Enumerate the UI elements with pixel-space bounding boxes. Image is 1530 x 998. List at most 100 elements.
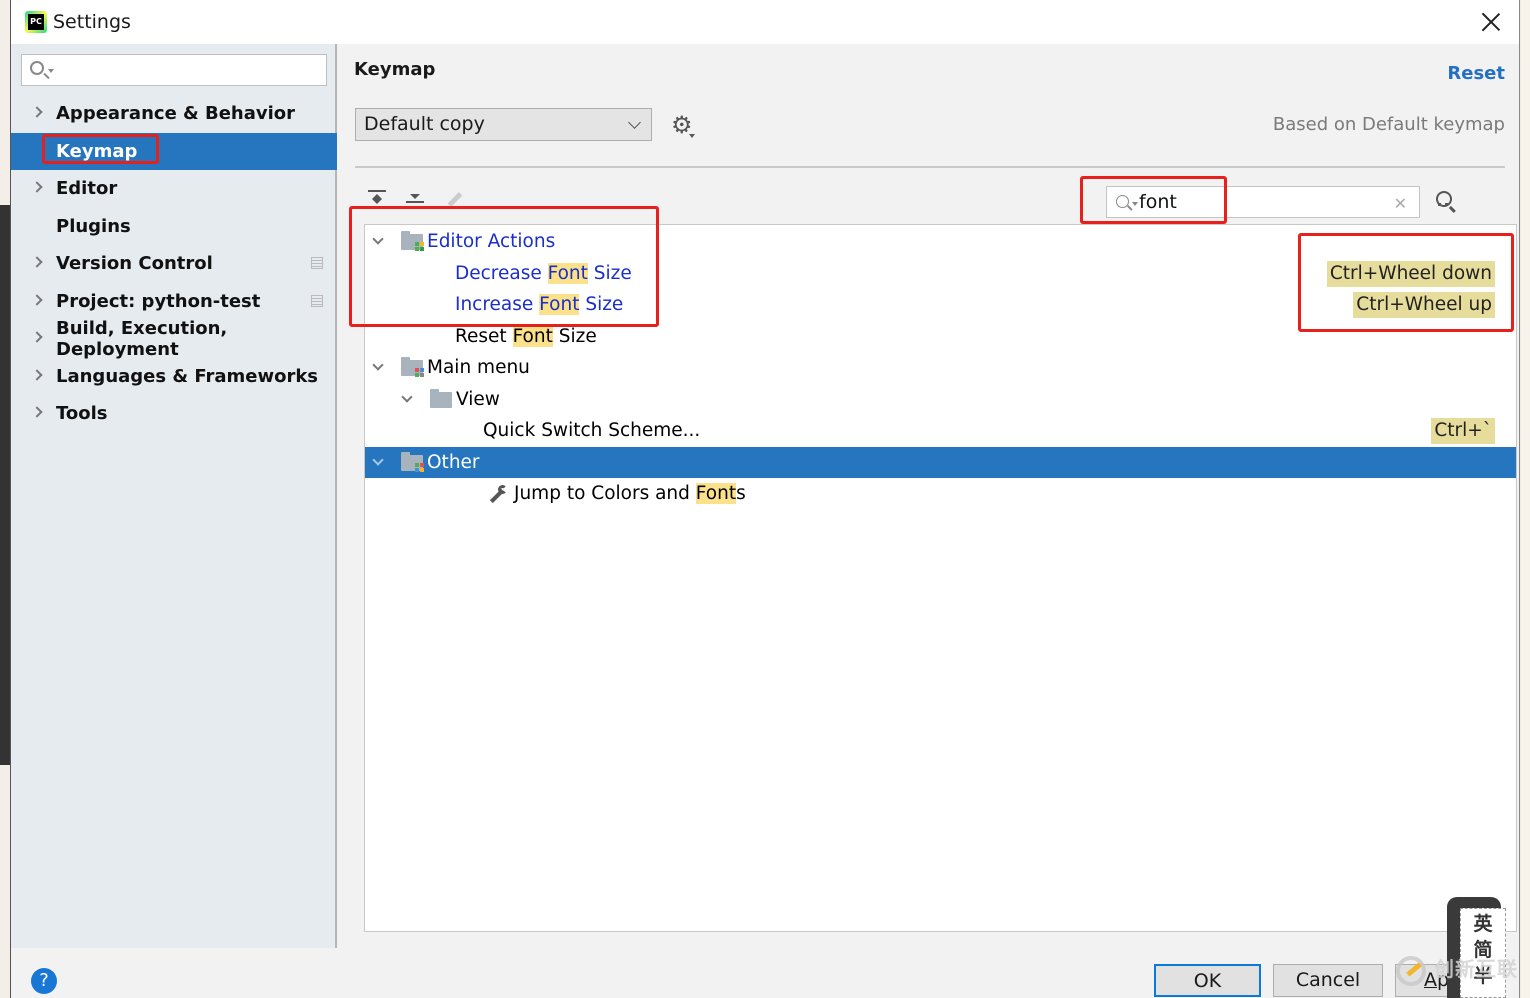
search-icon xyxy=(1116,195,1129,208)
project-level-icon xyxy=(311,294,323,307)
tree-action-row[interactable]: Reset Font Size xyxy=(365,321,1516,353)
folder-badge-icon xyxy=(415,368,424,377)
sidebar-item-appearance-behavior[interactable]: Appearance & Behavior xyxy=(11,95,337,133)
chevron-right-icon[interactable] xyxy=(31,181,43,193)
keymap-scheme-value: Default copy xyxy=(364,113,485,135)
tree-group-row[interactable]: Other xyxy=(365,446,1516,479)
wrench-icon xyxy=(487,485,507,505)
settings-nav-tree: Appearance & Behavior Keymap Editor Plugins… xyxy=(11,95,337,433)
collapse-all-icon[interactable] xyxy=(403,188,427,212)
action-label: View xyxy=(456,384,500,416)
search-icon xyxy=(30,61,44,75)
tree-action-row[interactable]: Increase Font Size Ctrl+Wheel up xyxy=(365,289,1516,321)
search-options-dropdown-icon[interactable] xyxy=(48,69,54,73)
tree-group-row[interactable]: Main menu xyxy=(365,352,1516,384)
action-label-text: Size xyxy=(552,325,597,347)
tree-group-row[interactable]: Editor Actions xyxy=(365,226,1516,258)
chevron-down-icon xyxy=(628,116,641,129)
action-label: Decrease Font Size xyxy=(455,258,632,290)
sidebar-item-build-execution-deployment[interactable]: Build, Execution, Deployment xyxy=(11,318,337,360)
expand-all-icon[interactable] xyxy=(365,188,389,212)
sidebar-item-label: Languages & Frameworks xyxy=(56,365,319,387)
sidebar-item-project-python-test[interactable]: Project: python-test xyxy=(11,283,337,321)
action-label-text: Main menu xyxy=(427,357,530,378)
keymap-scheme-select[interactable]: Default copy xyxy=(355,108,652,141)
action-label-text: Editor Actions xyxy=(427,231,556,252)
tree-group-row[interactable]: View xyxy=(365,384,1516,416)
action-label: Reset Font Size xyxy=(455,321,597,353)
settings-dialog: Settings Appearance & Behavior Keymap Edit… xyxy=(10,0,1520,998)
sidebar-item-version-control[interactable]: Version Control xyxy=(11,245,337,283)
tree-action-row[interactable]: Quick Switch Scheme... Ctrl+` xyxy=(365,415,1516,447)
action-label: Main menu xyxy=(427,352,530,384)
chevron-down-icon[interactable] xyxy=(372,453,384,466)
search-match-highlight: Font xyxy=(539,294,580,315)
action-label-text: Increase xyxy=(455,294,540,315)
chevron-right-icon[interactable] xyxy=(31,331,43,343)
watermark: 创新互联 xyxy=(1396,953,1518,986)
ok-button[interactable]: OK xyxy=(1154,964,1261,997)
keymap-search-input[interactable] xyxy=(1139,190,1379,214)
action-label-text: View xyxy=(456,388,500,410)
gear-icon[interactable]: ⚙ xyxy=(671,113,697,140)
keymap-actions-tree: Editor Actions Decrease Font Size Ctrl+Whe… xyxy=(364,224,1517,932)
action-label-text: Size xyxy=(579,294,624,315)
action-label: Increase Font Size xyxy=(455,289,623,321)
settings-search-input[interactable] xyxy=(56,59,316,81)
clear-search-icon[interactable]: ✕ xyxy=(1394,194,1407,213)
chevron-right-icon[interactable] xyxy=(31,256,43,268)
chevron-right-icon[interactable] xyxy=(31,106,43,118)
sidebar-item-plugins[interactable]: Plugins xyxy=(11,208,337,246)
based-on-label: Based on Default keymap xyxy=(1272,114,1505,135)
sidebar-item-keymap[interactable]: Keymap xyxy=(11,132,337,170)
close-icon[interactable] xyxy=(1479,10,1503,34)
find-by-shortcut-icon[interactable] xyxy=(1433,190,1459,216)
shortcut-badge: Ctrl+` xyxy=(1431,418,1495,444)
action-label-text: Reset xyxy=(455,325,513,347)
page-title: Keymap xyxy=(354,59,436,80)
chevron-down-icon[interactable] xyxy=(401,390,413,403)
project-level-icon xyxy=(311,257,323,269)
keymap-search-field[interactable]: ✕ xyxy=(1106,186,1420,218)
sidebar-item-label: Keymap xyxy=(56,140,138,162)
action-label: Jump to Colors and Fonts xyxy=(514,478,746,510)
folder-icon xyxy=(430,388,452,408)
shortcut-badge: Ctrl+Wheel down xyxy=(1326,260,1495,287)
sidebar-item-label: Editor xyxy=(56,178,118,200)
action-label-text: Other xyxy=(427,451,480,473)
settings-search-field[interactable] xyxy=(21,54,327,86)
edit-icon[interactable] xyxy=(441,188,465,212)
cancel-button[interactable]: Cancel xyxy=(1273,964,1383,997)
action-label: Quick Switch Scheme... xyxy=(483,415,700,447)
dropdown-arrow-icon xyxy=(689,134,695,138)
divider xyxy=(355,166,1505,168)
chevron-down-icon[interactable] xyxy=(372,233,384,245)
pycharm-icon xyxy=(25,11,47,33)
search-match-highlight: Font xyxy=(695,483,737,504)
tree-action-row[interactable]: Decrease Font Size Ctrl+Wheel down xyxy=(365,258,1516,290)
action-label: Other xyxy=(427,447,480,479)
chevron-right-icon[interactable] xyxy=(31,368,43,381)
action-label-text: Size xyxy=(587,262,632,284)
chevron-right-icon[interactable] xyxy=(31,293,43,306)
sidebar-item-editor[interactable]: Editor xyxy=(11,170,337,208)
title-bar: Settings xyxy=(11,0,1519,44)
tree-action-row[interactable]: Jump to Colors and Fonts xyxy=(365,478,1516,510)
action-label-text: Decrease xyxy=(455,262,548,284)
search-match-highlight: Font xyxy=(512,325,553,347)
help-icon[interactable]: ? xyxy=(31,968,57,994)
keymap-panel: Keymap Reset Default copy ⚙ Based on Def… xyxy=(339,44,1519,948)
settings-sidebar: Appearance & Behavior Keymap Editor Plugins… xyxy=(11,44,337,948)
action-label-text: Quick Switch Scheme... xyxy=(483,420,701,441)
chevron-right-icon[interactable] xyxy=(31,406,43,418)
reset-link[interactable]: Reset xyxy=(1447,63,1505,84)
folder-badge-icon xyxy=(415,242,424,251)
sidebar-item-label: Plugins xyxy=(56,215,131,237)
search-history-dropdown-icon[interactable] xyxy=(1132,202,1138,206)
chevron-down-icon[interactable] xyxy=(372,359,384,371)
sidebar-item-tools[interactable]: Tools xyxy=(11,395,337,433)
sidebar-item-languages-frameworks[interactable]: Languages & Frameworks xyxy=(11,358,337,396)
ime-char: 英 xyxy=(1473,913,1493,935)
background-app-right xyxy=(1521,0,1530,998)
action-label: Editor Actions xyxy=(427,226,555,258)
